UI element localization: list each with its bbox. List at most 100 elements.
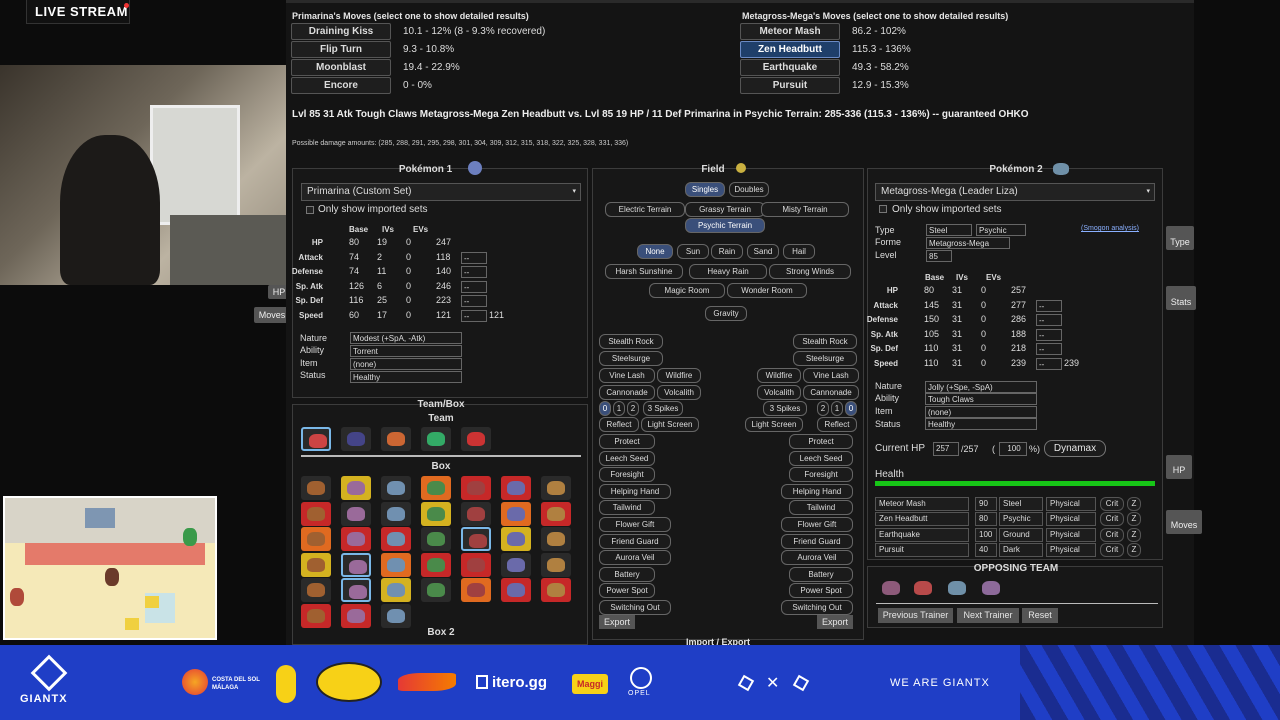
left-condition-toggle[interactable]: Protect: [599, 434, 655, 449]
box-slot[interactable]: [381, 501, 411, 526]
left-export-button[interactable]: Export: [599, 615, 635, 629]
p2-move-select[interactable]: Earthquake: [875, 527, 969, 542]
p1-status-select[interactable]: Healthy: [350, 371, 462, 383]
right-condition-toggle[interactable]: Flower Gift: [781, 517, 853, 532]
right-stealth-rock[interactable]: Stealth Rock: [793, 334, 857, 349]
p2-type2-select[interactable]: Psychic: [976, 224, 1026, 236]
box-slot[interactable]: [341, 578, 371, 602]
left-condition-toggle[interactable]: Foresight: [599, 467, 655, 483]
p2-move-z-toggle[interactable]: Z: [1127, 497, 1141, 511]
room-toggle[interactable]: Magic Room: [649, 283, 725, 298]
gravity-toggle[interactable]: Gravity: [705, 306, 747, 321]
left-spikes-toggle[interactable]: 0: [599, 401, 611, 416]
terrain-toggle[interactable]: Grassy Terrain: [685, 202, 765, 217]
weather-toggle-strong[interactable]: Harsh Sunshine: [605, 264, 683, 279]
p2-move-type[interactable]: Dark: [999, 542, 1043, 557]
right-condition-toggle[interactable]: Leech Seed: [789, 450, 853, 466]
box-slot[interactable]: [301, 578, 331, 602]
p2-move-select[interactable]: Zen Headbutt: [875, 512, 969, 527]
p2-move-type[interactable]: Psychic: [999, 512, 1043, 527]
p1-stat-boost-select[interactable]: --: [461, 251, 487, 264]
p2-stat-boost-select[interactable]: --: [1036, 328, 1062, 341]
hp-tab-button[interactable]: HP: [1166, 455, 1192, 479]
p1-stat-boost-select[interactable]: --: [461, 266, 487, 279]
p2-move-z-toggle[interactable]: Z: [1127, 512, 1141, 527]
box-slot[interactable]: [341, 603, 371, 628]
right-cannonade[interactable]: Cannonade: [803, 385, 859, 400]
right-condition-toggle[interactable]: Switching Out: [781, 600, 853, 615]
left-light-screen[interactable]: Light Screen: [641, 417, 699, 432]
p1-stat-boost-select[interactable]: --: [461, 310, 487, 322]
p2-stat-boost-select[interactable]: --: [1036, 358, 1062, 370]
reset-button[interactable]: Reset: [1022, 608, 1058, 623]
p2-move-z-toggle[interactable]: Z: [1127, 542, 1141, 557]
moves-tab-button[interactable]: Moves: [1166, 510, 1202, 534]
p2-smogon-link[interactable]: (Smogon analysis): [1081, 225, 1139, 232]
right-light-screen[interactable]: Light Screen: [745, 417, 803, 432]
box-slot[interactable]: [421, 527, 451, 551]
box-slot[interactable]: [501, 476, 531, 500]
left-reflect[interactable]: Reflect: [599, 417, 639, 432]
left-cannonade[interactable]: Cannonade: [599, 385, 655, 400]
box-slot[interactable]: [301, 476, 331, 500]
p2-move-crit-toggle[interactable]: Crit: [1100, 497, 1124, 511]
p1-stat-boost-select[interactable]: --: [461, 295, 487, 308]
box-slot[interactable]: [301, 527, 331, 551]
p2-hp-percent-input[interactable]: 100: [999, 442, 1027, 456]
weather-toggle[interactable]: None: [637, 244, 673, 259]
p1-move-button[interactable]: Encore: [291, 77, 391, 94]
p2-move-select[interactable]: Pursuit: [875, 542, 969, 557]
box-slot[interactable]: [501, 527, 531, 551]
right-condition-toggle[interactable]: Battery: [789, 566, 853, 582]
previous-trainer-button[interactable]: Previous Trainer: [878, 608, 953, 623]
box-slot[interactable]: [381, 476, 411, 500]
right-condition-toggle[interactable]: Power Spot: [789, 583, 853, 599]
box-slot[interactable]: [301, 603, 331, 628]
left-condition-toggle[interactable]: Leech Seed: [599, 450, 655, 466]
box-slot[interactable]: [421, 552, 451, 577]
p2-move-category[interactable]: Physical: [1046, 542, 1096, 557]
right-condition-toggle[interactable]: Helping Hand: [781, 483, 853, 499]
box-slot[interactable]: [501, 501, 531, 526]
box-slot[interactable]: [381, 578, 411, 602]
p2-move-crit-toggle[interactable]: Crit: [1100, 542, 1124, 557]
team-slot[interactable]: [421, 427, 451, 451]
box-slot[interactable]: [381, 527, 411, 551]
right-condition-toggle[interactable]: Tailwind: [789, 500, 853, 516]
box-slot[interactable]: [461, 501, 491, 526]
p1-ability-select[interactable]: Torrent: [350, 345, 462, 357]
left-wildfire[interactable]: Wildfire: [657, 368, 701, 383]
box-slot[interactable]: [541, 476, 571, 500]
box-slot[interactable]: [541, 501, 571, 526]
p2-move-button[interactable]: Earthquake: [740, 59, 840, 76]
right-condition-toggle[interactable]: Foresight: [789, 467, 853, 483]
weather-toggle-strong[interactable]: Strong Winds: [769, 264, 851, 279]
right-export-button[interactable]: Export: [817, 615, 853, 629]
box-slot[interactable]: [381, 552, 411, 577]
box-slot[interactable]: [421, 578, 451, 602]
box-slot[interactable]: [341, 527, 371, 551]
left-vine-lash[interactable]: Vine Lash: [599, 368, 655, 383]
p2-item-select[interactable]: (none): [925, 406, 1037, 418]
team-slot[interactable]: [381, 427, 411, 451]
terrain-toggle[interactable]: Electric Terrain: [605, 202, 685, 217]
box-slot[interactable]: [501, 578, 531, 602]
weather-toggle[interactable]: Hail: [783, 244, 815, 259]
team-slot[interactable]: [461, 427, 491, 451]
weather-toggle-strong[interactable]: Heavy Rain: [689, 264, 767, 279]
left-condition-toggle[interactable]: Switching Out: [599, 600, 671, 615]
p2-status-select[interactable]: Healthy: [925, 418, 1037, 430]
right-spikes-toggle[interactable]: 3 Spikes: [763, 401, 807, 416]
left-spikes-toggle[interactable]: 1: [613, 401, 625, 416]
moves-button[interactable]: Moves: [254, 307, 290, 323]
format-toggle-singles[interactable]: Singles: [685, 182, 725, 197]
right-spikes-toggle[interactable]: 2: [817, 401, 829, 416]
right-spikes-toggle[interactable]: 1: [831, 401, 843, 416]
left-volcalith[interactable]: Volcalith: [657, 385, 701, 400]
p1-move-button[interactable]: Draining Kiss: [291, 23, 391, 40]
p2-move-button[interactable]: Pursuit: [740, 77, 840, 94]
opponent-sprite-3[interactable]: [948, 581, 966, 595]
p1-move-button[interactable]: Moonblast: [291, 59, 391, 76]
box-slot[interactable]: [461, 476, 491, 500]
box-slot[interactable]: [341, 476, 371, 500]
